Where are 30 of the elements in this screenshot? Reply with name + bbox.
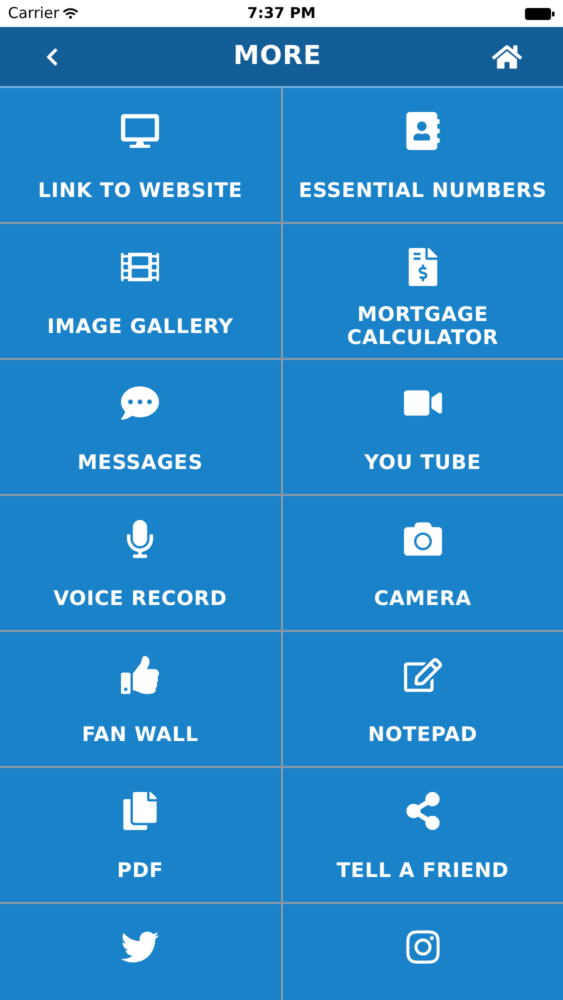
menu-tile[interactable]: CAMERA: [282, 496, 563, 630]
menu-tile[interactable]: PDF: [0, 768, 280, 902]
home-icon: [492, 42, 522, 70]
menu-tile[interactable]: ESSENTIAL NUMBERS: [282, 88, 563, 222]
menu-tile[interactable]: YOU TUBE: [282, 360, 563, 494]
page-title: MORE: [233, 40, 322, 73]
menu-tile[interactable]: [282, 904, 563, 1000]
instagram-icon: [404, 928, 442, 966]
menu-tile[interactable]: [0, 904, 280, 1000]
chat-bubble-icon: [121, 384, 160, 422]
menu-tile[interactable]: TELL A FRIEND: [282, 768, 563, 902]
chevron-left-icon: [44, 46, 60, 66]
menu-tile[interactable]: FAN WALL: [0, 632, 280, 766]
monitor-icon: [121, 112, 160, 150]
battery-icon: [524, 6, 555, 20]
camera-icon: [404, 520, 442, 558]
clock-text: 7:37 PM: [247, 3, 316, 24]
wifi-icon: [63, 6, 78, 21]
thumbs-up-icon: [121, 656, 160, 694]
menu-tile[interactable]: MORTGAGE CALCULATOR: [282, 224, 563, 358]
menu-tile[interactable]: IMAGE GALLERY: [0, 224, 280, 358]
carrier-text: Carrier: [8, 3, 60, 24]
edit-icon: [404, 656, 442, 694]
contact-book-icon: [404, 112, 442, 150]
documents-icon: [121, 792, 160, 830]
menu-tile[interactable]: NOTEPAD: [282, 632, 563, 766]
menu-tile[interactable]: LINK TO WEBSITE: [0, 88, 280, 222]
menu-tile[interactable]: MESSAGES: [0, 360, 280, 494]
menu-tile[interactable]: VOICE RECORD: [0, 496, 280, 630]
share-icon: [404, 792, 442, 830]
